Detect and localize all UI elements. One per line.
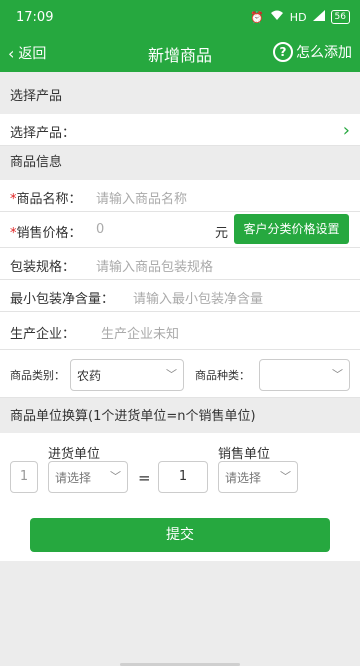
customer-price-button[interactable]: 客户分类价格设置 [234,214,349,244]
product-name-row: *商品名称： 请输入商品名称 [0,180,360,212]
min-pack-row: 最小包装净含量： 请输入最小包装净含量 [0,280,360,312]
min-pack-input[interactable]: 请输入最小包装净含量 [133,288,263,307]
status-bar: 17:09 ⏰ HD 56 [0,0,360,36]
kind-label: 商品种类： [195,369,250,382]
sale-unit-select[interactable]: 请选择 ﹀ [218,461,298,493]
select-product-row[interactable]: 选择产品： › [0,114,360,146]
equals-sign: = [138,469,151,487]
kind-select[interactable]: ﹀ [259,359,350,391]
network-label: HD [289,10,307,24]
producer-row: 生产企业： 生产企业未知 [0,312,360,350]
spec-row: 包装规格： 请输入商品包装规格 [0,248,360,280]
spec-label: 包装规格： [10,260,76,275]
wifi-icon [270,10,284,24]
purchase-unit-label: 进货单位 [48,447,101,462]
chevron-left-icon: ‹ [8,43,15,63]
producer-label: 生产企业： [10,327,76,342]
producer-input[interactable]: 生产企业未知 [101,323,179,342]
alarm-icon: ⏰ [250,10,264,24]
battery-icon: 56 [330,10,350,24]
chevron-right-icon: › [342,120,350,141]
price-unit: 元 [215,226,229,241]
submit-button[interactable]: 提交 [30,518,330,552]
chevron-down-icon: ﹀ [110,470,121,483]
sale-unit-label: 销售单位 [218,447,271,462]
help-label: 怎么添加 [296,45,352,61]
back-label: 返回 [18,46,47,62]
chevron-down-icon: ﹀ [280,470,291,483]
sale-unit-value: 请选择 [225,471,262,485]
signal-icon [312,10,325,24]
category-label: 商品类别： [10,369,65,382]
section-select-product: 选择产品 [0,80,360,114]
min-pack-label: 最小包装净含量： [10,292,115,307]
back-button[interactable]: ‹ 返回 [8,43,46,63]
category-row: 商品类别： 农药 ﹀ 商品种类： ﹀ [0,350,360,398]
purchase-unit-value: 请选择 [55,471,92,485]
price-label: *销售价格： [10,226,82,241]
product-name-input[interactable]: 请输入商品名称 [96,188,187,207]
category-value: 农药 [77,369,102,383]
chevron-down-icon: ﹀ [332,368,343,381]
question-icon: ? [273,42,293,62]
category-select[interactable]: 农药 ﹀ [70,359,184,391]
price-row: *销售价格： 0 元 客户分类价格设置 [0,212,360,248]
spec-input[interactable]: 请输入商品包装规格 [96,256,213,275]
section-product-info: 商品信息 [0,146,360,180]
help-button[interactable]: ? 怎么添加 [273,42,352,62]
purchase-qty-input[interactable]: 1 [10,461,38,493]
section-unit-conversion: 商品单位换算(1个进货单位=n个销售单位) [0,400,360,433]
chevron-down-icon: ﹀ [166,368,177,381]
product-name-label: *商品名称： [10,192,82,207]
form-content: 选择产品 选择产品： › 商品信息 *商品名称： 请输入商品名称 *销售价格： … [0,72,360,666]
sale-qty-input[interactable]: 1 [158,461,208,493]
select-product-label: 选择产品： [10,126,76,141]
price-input[interactable]: 0 [96,222,104,237]
purchase-unit-select[interactable]: 请选择 ﹀ [48,461,128,493]
status-time: 17:09 [16,10,54,25]
app-bar: ‹ 返回 新增商品 ? 怎么添加 [0,36,360,72]
status-icons: ⏰ HD 56 [250,10,350,24]
